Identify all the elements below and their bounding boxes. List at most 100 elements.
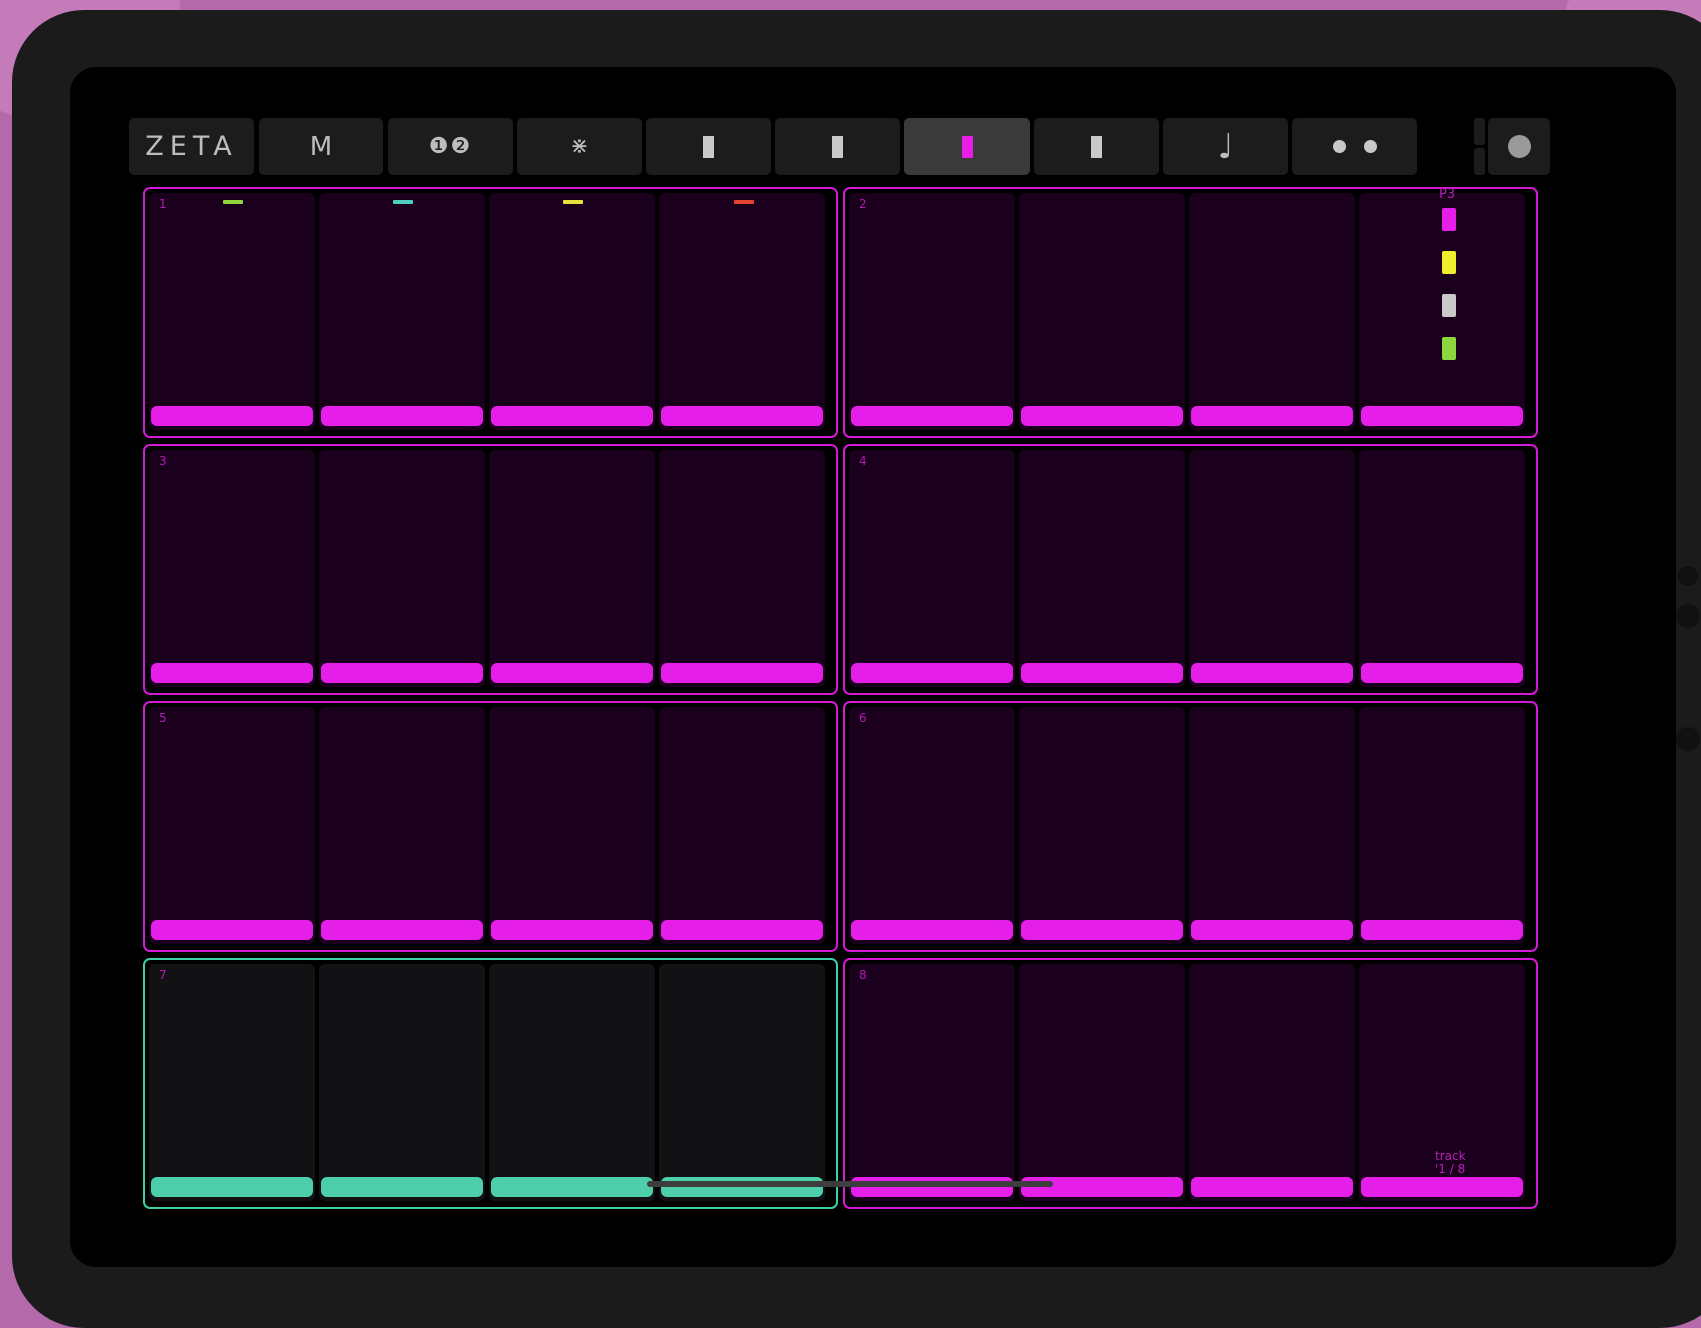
logo-button[interactable]: ZETA — [129, 118, 254, 175]
mini-button-top[interactable] — [1474, 118, 1485, 145]
color-swatch-yellow[interactable] — [1442, 251, 1456, 274]
mode-button[interactable]: M — [259, 118, 383, 175]
dots-button[interactable] — [1292, 118, 1417, 175]
pad[interactable] — [659, 450, 825, 687]
pad[interactable] — [849, 964, 1015, 1201]
pad[interactable] — [149, 964, 315, 1201]
pad[interactable] — [319, 707, 485, 944]
group-number: 2 — [859, 197, 867, 211]
page-3-icon — [961, 135, 973, 158]
toolbar: ZETA M ❶❷ ⋇ ♩ — [129, 118, 1599, 175]
pad[interactable] — [1019, 193, 1185, 430]
pad-level-bar[interactable] — [151, 406, 313, 426]
pad[interactable] — [149, 193, 315, 430]
pad[interactable] — [1189, 964, 1355, 1201]
pad-level-bar[interactable] — [1021, 406, 1183, 426]
pad[interactable] — [489, 193, 655, 430]
pad[interactable] — [659, 193, 825, 430]
pad[interactable] — [849, 193, 1015, 430]
record-button[interactable] — [1488, 118, 1550, 175]
note-button[interactable]: ♩ — [1163, 118, 1288, 175]
group-number: 6 — [859, 711, 867, 725]
pad-level-bar[interactable] — [491, 920, 653, 940]
pad-level-bar[interactable] — [661, 1177, 823, 1197]
color-swatch-magenta[interactable] — [1442, 208, 1456, 231]
pad[interactable] — [659, 964, 825, 1201]
numbers-icon: ❶❷ — [428, 134, 473, 159]
pad-level-bar[interactable] — [491, 663, 653, 683]
pad-group: 1 — [143, 187, 838, 438]
pad-level-bar[interactable] — [1021, 663, 1183, 683]
pad[interactable] — [1019, 964, 1185, 1201]
group-number: 8 — [859, 968, 867, 982]
app-logo: ZETA — [145, 131, 238, 162]
pad[interactable] — [659, 707, 825, 944]
color-swatch-green[interactable] — [1442, 337, 1456, 360]
pad-level-bar[interactable] — [321, 406, 483, 426]
pad[interactable] — [489, 964, 655, 1201]
pad-group: 3 — [143, 444, 838, 695]
pad-level-bar[interactable] — [1021, 920, 1183, 940]
pad[interactable] — [849, 707, 1015, 944]
pad-level-bar[interactable] — [321, 920, 483, 940]
pad-level-bar[interactable] — [491, 406, 653, 426]
camera-dot — [1678, 566, 1698, 586]
pad[interactable] — [489, 450, 655, 687]
pad-marker — [223, 200, 243, 204]
pad-level-bar[interactable] — [661, 920, 823, 940]
pad[interactable] — [1019, 450, 1185, 687]
pad-level-bar[interactable] — [1191, 406, 1353, 426]
pad-level-bar[interactable] — [851, 663, 1013, 683]
pad-level-bar[interactable] — [151, 663, 313, 683]
pad-marker — [734, 200, 754, 204]
side-panel: P3 track '1 / 8 — [1432, 187, 1492, 1187]
circle-icon — [1507, 135, 1531, 158]
pad[interactable] — [319, 193, 485, 430]
home-indicator — [647, 1181, 1053, 1187]
page-1-button[interactable] — [646, 118, 771, 175]
numbers-button[interactable]: ❶❷ — [388, 118, 513, 175]
pad-level-bar[interactable] — [1021, 1177, 1183, 1197]
music-note-icon: ♩ — [1217, 126, 1234, 167]
pad[interactable] — [149, 707, 315, 944]
pad[interactable] — [1189, 450, 1355, 687]
pad-level-bar[interactable] — [661, 663, 823, 683]
pad[interactable] — [319, 450, 485, 687]
page-1-icon — [703, 135, 714, 158]
pad-level-bar[interactable] — [321, 1177, 483, 1197]
pad-level-bar[interactable] — [1191, 920, 1353, 940]
pad[interactable] — [1189, 193, 1355, 430]
group-number: 5 — [159, 711, 167, 725]
pad[interactable] — [489, 707, 655, 944]
ipad-frame: ZETA M ❶❷ ⋇ ♩ 1 2 3 4 5 6 7 8 P3 track '… — [12, 10, 1701, 1328]
color-swatch-gray[interactable] — [1442, 294, 1456, 317]
pad[interactable] — [149, 450, 315, 687]
pad-level-bar[interactable] — [661, 406, 823, 426]
pad-marker — [393, 200, 413, 204]
track-indicator: track '1 / 8 — [1435, 1150, 1466, 1176]
pad-level-bar[interactable] — [851, 1177, 1013, 1197]
pad-level-bar[interactable] — [491, 1177, 653, 1197]
page-3-button[interactable] — [904, 118, 1030, 175]
group-number: 3 — [159, 454, 167, 468]
page-2-icon — [832, 135, 843, 158]
pad-level-bar[interactable] — [151, 920, 313, 940]
page-2-button[interactable] — [775, 118, 900, 175]
randomize-button[interactable]: ⋇ — [517, 118, 642, 175]
camera-dot — [1676, 604, 1700, 628]
camera-dot — [1676, 727, 1700, 751]
pad[interactable] — [1189, 707, 1355, 944]
pad[interactable] — [319, 964, 485, 1201]
pad-grid: 1 2 3 4 5 6 7 8 — [143, 187, 1538, 1209]
pad[interactable] — [849, 450, 1015, 687]
mini-button-bottom[interactable] — [1474, 148, 1485, 175]
pad-level-bar[interactable] — [851, 406, 1013, 426]
pad-level-bar[interactable] — [1191, 1177, 1353, 1197]
pad-level-bar[interactable] — [151, 1177, 313, 1197]
pad-level-bar[interactable] — [321, 663, 483, 683]
pad-level-bar[interactable] — [851, 920, 1013, 940]
pad-group: 7 — [143, 958, 838, 1209]
pad[interactable] — [1019, 707, 1185, 944]
pad-level-bar[interactable] — [1191, 663, 1353, 683]
page-4-button[interactable] — [1034, 118, 1159, 175]
